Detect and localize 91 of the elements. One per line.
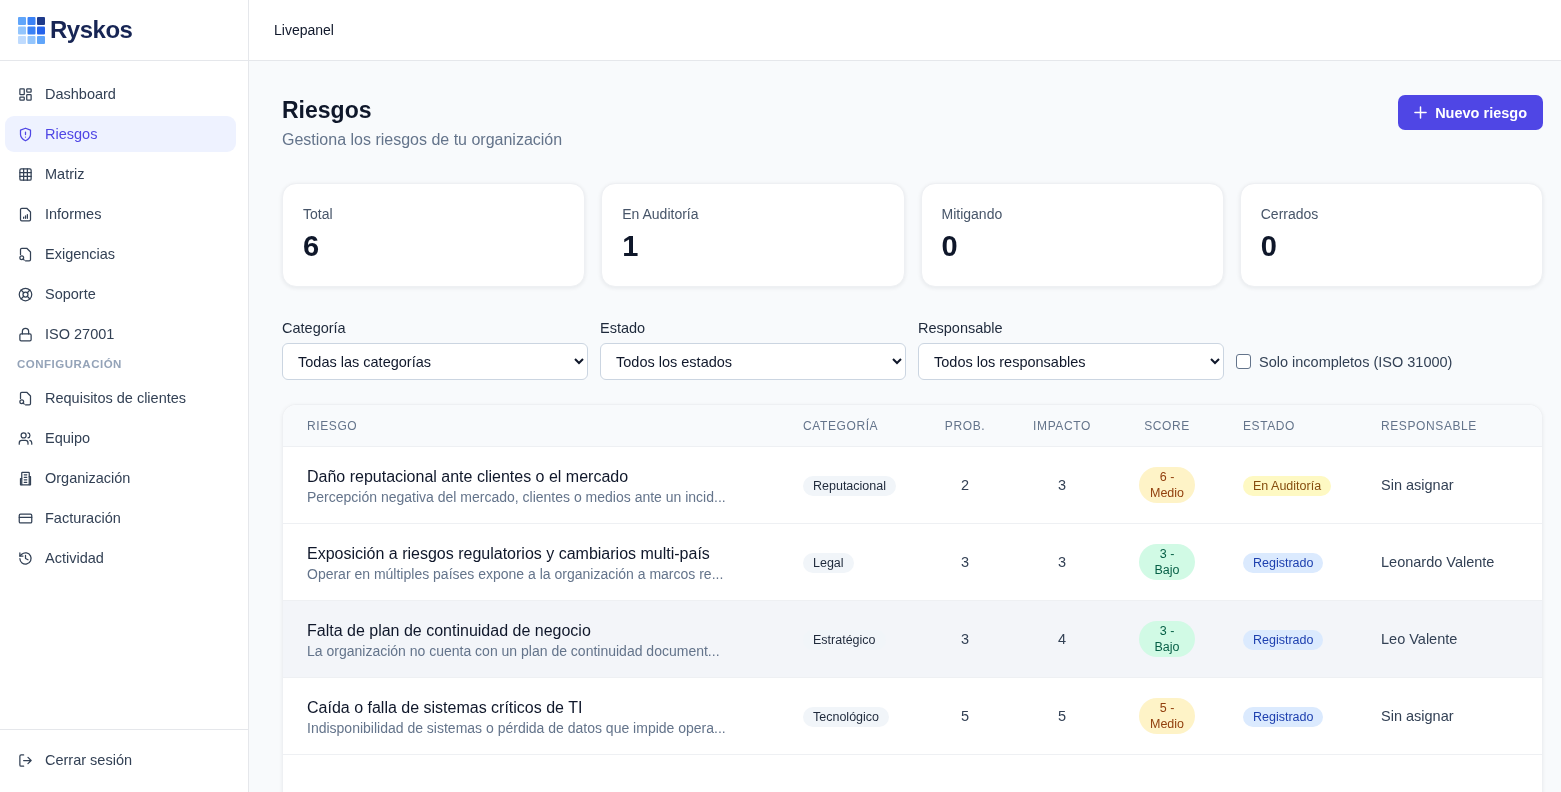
impact-value: 4 xyxy=(1057,631,1067,647)
impact-value: 5 xyxy=(1057,708,1067,724)
stat-value: 0 xyxy=(1260,230,1278,263)
document-icon xyxy=(18,246,33,262)
logo-icon xyxy=(18,16,45,44)
column-header: SCORE xyxy=(1143,418,1191,433)
shield-icon xyxy=(18,126,33,142)
column-header: ESTADO xyxy=(1242,418,1297,433)
table-row[interactable]: Caída o falla de sistemas críticos de TI Indisponibilidad de sistemas o pérdida de datos que impide opera... Tecnológico 5 5 5 - Medio Registrado Sin asignar xyxy=(283,678,1542,755)
risk-description: La organización no cuenta con un plan de continuidad document... xyxy=(307,642,721,659)
sidebar-item[interactable]: Actividad xyxy=(5,540,236,576)
stat-label: En Auditoría xyxy=(622,206,700,222)
risk-description: Percepción negativa del mercado, clientes o medios ante un incid... xyxy=(307,488,727,505)
column-header: RIESGO xyxy=(307,418,359,433)
risk-title: Caída o falla de sistemas críticos de TI xyxy=(307,698,584,717)
checkbox-label: Solo incompletos (ISO 31000) xyxy=(1259,353,1453,370)
score-tag: 5 - Medio xyxy=(1139,698,1195,734)
checkbox[interactable] xyxy=(1236,354,1251,369)
filter-select[interactable]: Todos los estados xyxy=(600,343,906,380)
status-tag: En Auditoría xyxy=(1243,476,1332,496)
sidebar-item[interactable]: Organización xyxy=(5,460,236,496)
stat-value: 1 xyxy=(622,230,640,263)
filter-select[interactable]: Todas las categorías xyxy=(282,343,588,380)
owner-name: Sin asignar xyxy=(1381,708,1454,724)
sidebar-item[interactable]: Equipo xyxy=(5,420,236,456)
dashboard-icon xyxy=(18,86,33,102)
category-tag: Reputacional xyxy=(803,476,896,496)
stat-value: 0 xyxy=(941,230,959,263)
probability-value: 2 xyxy=(960,477,970,493)
filter-label: Estado xyxy=(600,320,647,336)
document-icon xyxy=(18,390,33,406)
sidebar-item[interactable]: Dashboard xyxy=(5,76,236,112)
column-header: PROB. xyxy=(943,418,987,433)
filter-select[interactable]: Todos los responsables xyxy=(918,343,1224,380)
building-icon xyxy=(18,470,33,486)
owner-name: Leo Valente xyxy=(1381,631,1458,647)
sidebar-item[interactable]: Exigencias xyxy=(5,236,236,272)
risk-description: Indisponibilidad de sistemas o pérdida de datos que impide opera... xyxy=(307,719,727,736)
stat-label: Cerrados xyxy=(1260,206,1320,222)
stat-label: Total xyxy=(303,206,334,222)
score-tag: 3 - Bajo xyxy=(1139,621,1195,657)
impact-value: 3 xyxy=(1057,554,1067,570)
sidebar-item[interactable]: Informes xyxy=(5,196,236,232)
risk-title: Daño reputacional ante clientes o el mercado xyxy=(307,467,630,486)
sidebar-item[interactable]: Requisitos de clientes xyxy=(5,380,236,416)
logout-link[interactable]: Cerrar sesión xyxy=(5,742,236,778)
lock-icon xyxy=(18,326,33,342)
sidebar-item[interactable]: Facturación xyxy=(5,500,236,536)
stat-label: Mitigando xyxy=(941,206,1004,222)
score-tag: 3 - Bajo xyxy=(1139,544,1195,580)
status-tag: Registrado xyxy=(1243,707,1324,727)
status-tag: Registrado xyxy=(1243,553,1324,573)
users-icon xyxy=(18,430,33,446)
column-header: RESPONSABLE xyxy=(1381,418,1478,433)
new-risk-button[interactable]: Nuevo riesgo xyxy=(1398,95,1543,130)
score-tag: 6 - Medio xyxy=(1139,467,1195,503)
history-icon xyxy=(18,550,33,566)
plus-icon xyxy=(1414,106,1428,119)
risk-title: Exposición a riesgos regulatorios y cambiarios multi-país xyxy=(307,544,711,563)
page-subtitle: Gestiona los riesgos de tu organización xyxy=(282,131,563,149)
risk-title: Falta de plan de continuidad de negocio xyxy=(307,621,592,640)
filter-label: Responsable xyxy=(918,320,1004,336)
impact-value: 3 xyxy=(1057,477,1067,493)
risk-description: Operar en múltiples países expone a la organización a marcos re... xyxy=(307,565,725,582)
stat-value: 6 xyxy=(303,230,321,263)
column-header: CATEGORÍA xyxy=(803,418,880,433)
logout-icon xyxy=(18,752,33,768)
grid-icon xyxy=(18,166,33,182)
topbar-title: Livepanel xyxy=(274,22,334,38)
probability-value: 3 xyxy=(960,631,970,647)
filter-label: Categoría xyxy=(282,320,347,336)
category-tag: Legal xyxy=(803,553,854,573)
sidebar-item[interactable]: Soporte xyxy=(5,276,236,312)
table-row[interactable]: Daño reputacional ante clientes o el mercado Percepción negativa del mercado, clientes o medios ante un incid... Reputacional 2 3 6 - Medio En Auditoría Sin asignar xyxy=(283,447,1542,524)
credit-card-icon xyxy=(18,510,33,526)
table-row[interactable]: Falta de plan de continuidad de negocio La organización no cuenta con un plan de continuidad document... Estratégico 3 4 3 - Bajo Registrado Leo Valente xyxy=(283,601,1542,678)
page-title: Riesgos xyxy=(282,96,373,125)
sidebar-item[interactable]: Riesgos xyxy=(5,116,236,152)
sidebar-item[interactable]: Matriz xyxy=(5,156,236,192)
column-header: IMPACTO xyxy=(1032,418,1092,433)
probability-value: 3 xyxy=(960,554,970,570)
owner-name: Leonardo Valente xyxy=(1381,554,1495,570)
report-icon xyxy=(18,206,33,222)
probability-value: 5 xyxy=(960,708,970,724)
status-tag: Registrado xyxy=(1243,630,1324,650)
sidebar-item[interactable]: ISO 27001 xyxy=(5,316,236,352)
lifebuoy-icon xyxy=(18,286,33,302)
section-heading: CONFIGURACIÓN xyxy=(16,357,123,372)
owner-name: Sin asignar xyxy=(1381,477,1454,493)
category-tag: Tecnológico xyxy=(803,707,889,727)
brand-name: Ryskos xyxy=(50,16,133,44)
